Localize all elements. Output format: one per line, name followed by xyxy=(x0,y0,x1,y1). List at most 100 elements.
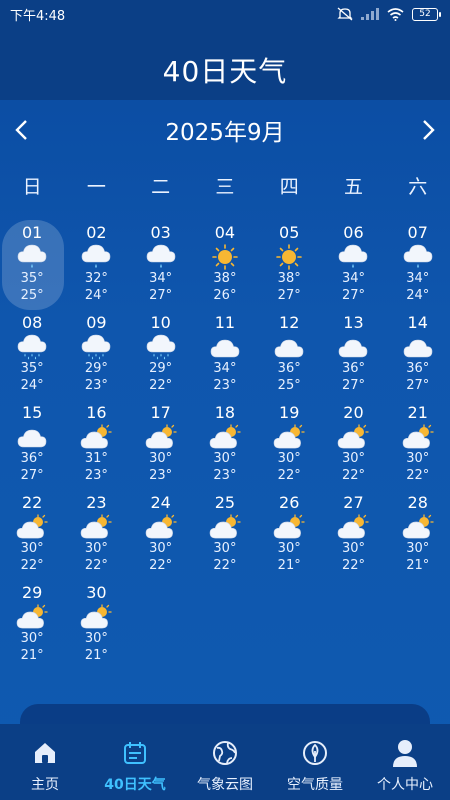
day-number: 06 xyxy=(343,223,364,242)
calendar-day[interactable]: 27 30° 22° xyxy=(321,488,385,578)
tab-label: 主页 xyxy=(31,777,59,793)
app-root: 下午4:48 52 40日天气 2025年9月 日 一 二 三 四 五 六 01… xyxy=(0,0,450,800)
day-number: 12 xyxy=(279,313,300,332)
calendar-day[interactable]: 04 38° 26° xyxy=(193,218,257,308)
day-number: 09 xyxy=(86,313,107,332)
calendar-day[interactable]: 28 30° 21° xyxy=(386,488,450,578)
calendar-day[interactable]: 19 30° 22° xyxy=(257,398,321,488)
calendar-day[interactable]: 13 36° 27° xyxy=(321,308,385,398)
low-temp: 22° xyxy=(84,558,108,573)
low-temp: 22° xyxy=(277,468,301,483)
weekday-label: 六 xyxy=(408,176,428,198)
low-temp: 22° xyxy=(149,558,173,573)
calendar-day[interactable]: 12 36° 25° xyxy=(257,308,321,398)
tab-label: 个人中心 xyxy=(377,777,433,793)
high-temp: 30° xyxy=(277,451,301,466)
low-temp: 24° xyxy=(20,378,44,393)
day-number: 08 xyxy=(21,313,43,332)
wifi-icon xyxy=(387,7,404,21)
calendar-day[interactable]: 30 30° 21° xyxy=(64,578,128,668)
calendar-day[interactable]: 03 34° 27° xyxy=(129,218,193,308)
heavy-rain-icon xyxy=(16,334,48,360)
partly-cloudy-icon xyxy=(80,514,113,540)
page-title: 40日天气 xyxy=(162,55,288,88)
day-number: 18 xyxy=(214,403,236,422)
low-temp: 23° xyxy=(149,468,173,483)
weekday-label: 四 xyxy=(279,176,299,198)
next-month-button[interactable] xyxy=(418,115,440,145)
calendar-day[interactable]: 05 38° 27° xyxy=(257,218,321,308)
partly-cloudy-icon xyxy=(402,514,434,540)
calendar-day[interactable]: 24 30° 22° xyxy=(129,488,193,578)
calendar-day[interactable]: 26 30° 21° xyxy=(257,488,321,578)
high-temp: 34° xyxy=(213,361,237,376)
calendar-day[interactable]: 22 30° 22° xyxy=(0,488,64,578)
partly-cloudy-icon xyxy=(80,604,113,630)
light-rain-icon xyxy=(402,244,434,270)
high-temp: 36° xyxy=(341,361,365,376)
low-temp: 27° xyxy=(277,288,301,303)
calendar-day[interactable]: 14 36° 27° xyxy=(386,308,450,398)
high-temp: 30° xyxy=(213,451,237,466)
calendar-grid: 01 35° 25° 02 32° 24° 03 34° 27° 04 38° … xyxy=(0,218,450,668)
prev-month-button[interactable] xyxy=(10,115,32,145)
high-temp: 29° xyxy=(84,361,108,376)
low-temp: 23° xyxy=(213,468,237,483)
calendar-day[interactable]: 10 29° 22° xyxy=(129,308,193,398)
tab-home[interactable]: 主页 xyxy=(0,724,90,800)
calendar-day[interactable]: 08 35° 24° xyxy=(0,308,64,398)
calendar-day[interactable]: 17 30° 23° xyxy=(129,398,193,488)
signal-icon xyxy=(361,8,379,20)
high-temp: 31° xyxy=(84,451,108,466)
partly-cloudy-icon xyxy=(209,514,241,540)
tab-label: 气象云图 xyxy=(197,777,253,793)
calendar-day[interactable]: 20 30° 22° xyxy=(321,398,385,488)
low-temp: 26° xyxy=(213,288,237,303)
high-temp: 38° xyxy=(277,271,301,286)
partly-cloudy-icon xyxy=(337,514,370,540)
calendar-day[interactable]: 18 30° 23° xyxy=(193,398,257,488)
calendar-day[interactable]: 01 35° 25° xyxy=(0,218,65,310)
heavy-rain-icon xyxy=(80,334,112,360)
low-temp: 27° xyxy=(406,378,430,393)
sunny-icon xyxy=(209,244,241,270)
partly-cloudy-icon xyxy=(145,514,177,540)
calendar-day[interactable]: 16 31° 23° xyxy=(64,398,128,488)
tab-label: 40日天气 xyxy=(104,777,166,793)
day-number: 25 xyxy=(214,493,236,512)
high-temp: 34° xyxy=(341,271,365,286)
calendar-day[interactable]: 02 32° 24° xyxy=(64,218,128,308)
calendar-day[interactable]: 15 36° 27° xyxy=(0,398,64,488)
calendar-day[interactable]: 07 34° 24° xyxy=(386,218,450,308)
weekday-label: 二 xyxy=(151,176,171,198)
chevron-right-icon xyxy=(423,120,435,140)
weekday-header: 日 一 二 三 四 五 六 xyxy=(0,172,450,204)
calendar-day[interactable]: 25 30° 22° xyxy=(193,488,257,578)
day-number: 15 xyxy=(21,403,43,422)
calendar-icon xyxy=(120,738,150,768)
mute-alarm-icon xyxy=(337,7,353,21)
home-icon xyxy=(30,738,60,768)
calendar-day[interactable]: 23 30° 22° xyxy=(64,488,128,578)
partly-cloudy-icon xyxy=(337,424,370,450)
low-temp: 21° xyxy=(277,558,301,573)
tab-satellite-cloud[interactable]: 气象云图 xyxy=(180,724,270,800)
tab-40-day-weather[interactable]: 40日天气 xyxy=(90,724,180,800)
calendar-day[interactable]: 21 30° 22° xyxy=(386,398,450,488)
day-number: 22 xyxy=(21,493,43,512)
tab-profile[interactable]: 个人中心 xyxy=(360,724,450,800)
light-rain-icon xyxy=(337,244,369,270)
month-nav: 2025年9月 xyxy=(0,110,450,150)
calendar-day[interactable]: 09 29° 23° xyxy=(64,308,128,398)
calendar-day[interactable]: 06 34° 27° xyxy=(321,218,385,308)
high-temp: 30° xyxy=(341,451,365,466)
high-temp: 30° xyxy=(84,541,108,556)
low-temp: 27° xyxy=(20,468,44,483)
calendar-day[interactable]: 29 30° 21° xyxy=(0,578,64,668)
low-temp: 25° xyxy=(277,378,301,393)
high-temp: 30° xyxy=(406,541,430,556)
low-temp: 23° xyxy=(213,378,237,393)
calendar-day[interactable]: 11 34° 23° xyxy=(193,308,257,398)
weekday-label: 三 xyxy=(215,176,235,198)
tab-air-quality[interactable]: 空气质量 xyxy=(270,724,360,800)
